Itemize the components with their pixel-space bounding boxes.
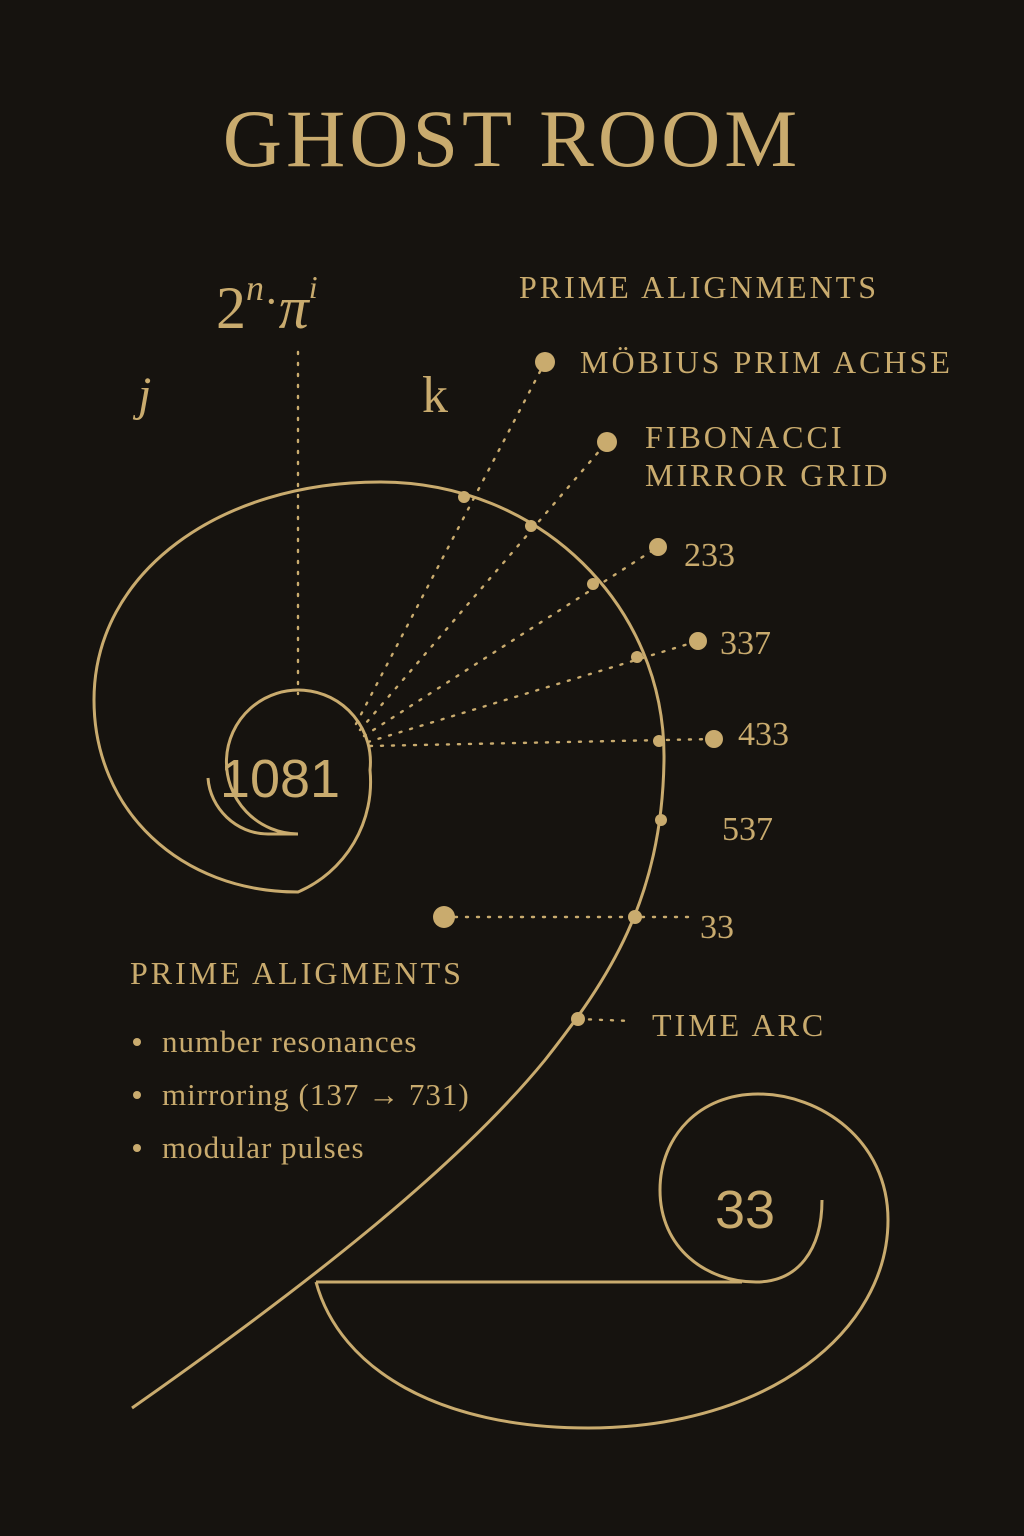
ray-mobius [354, 360, 547, 726]
poster: GHOST ROOM 2n·πi j k PRIME ALIGNMENTS 10… [0, 0, 1024, 1536]
intersection-dot [571, 1012, 585, 1026]
intersection-dot [525, 520, 537, 532]
label-fibonacci-line1: FIBONACCI [645, 419, 844, 455]
label-fibonacci-line2: MIRROR GRID [645, 457, 890, 493]
bullet-dot [133, 1091, 141, 1099]
intersection-dot [631, 651, 643, 663]
inner-value: 33 [715, 1180, 775, 1240]
label-337: 337 [720, 625, 771, 662]
formula-dot: · [264, 277, 279, 326]
list-item: mirroring (137 → 731) [162, 1077, 470, 1112]
intersection-dot [587, 578, 599, 590]
left-section-heading: PRIME ALIGMENTS [130, 955, 464, 991]
label-mobius: MÖBIUS PRIM ACHSE [580, 344, 953, 380]
label-time-arc: TIME ARC [652, 1007, 826, 1043]
list-item: modular pulses [162, 1130, 365, 1165]
formula-exponent-i: i [309, 269, 318, 305]
intersection-dot [653, 735, 665, 747]
list-item: number resonances [162, 1024, 417, 1059]
intersection-dot [655, 814, 667, 826]
endpoint-dot-233 [649, 538, 667, 556]
endpoint-dot-33 [433, 906, 455, 928]
ray-fibonacci [358, 440, 609, 732]
bullet-dot [133, 1038, 141, 1046]
axis-label-j: j [132, 368, 151, 421]
bullet-dot [133, 1144, 141, 1152]
ghost-room-diagram: GHOST ROOM 2n·πi j k PRIME ALIGNMENTS 10… [92, 93, 953, 1430]
axis-label-k: k [422, 367, 448, 424]
ray-233 [362, 545, 660, 738]
endpoint-dot-fibonacci [597, 432, 617, 452]
label-537: 537 [722, 811, 773, 848]
endpoint-dot-337 [689, 632, 707, 650]
formula-exponent-n: n [246, 268, 264, 308]
formula: 2n·πi [216, 268, 318, 341]
right-section-heading: PRIME ALIGNMENTS [519, 269, 879, 305]
lower-swirl [314, 1092, 890, 1430]
formula-base: 2 [216, 275, 246, 341]
endpoint-dot-433 [705, 730, 723, 748]
ray-time-arc [576, 1017, 634, 1023]
page-title: GHOST ROOM [223, 93, 801, 184]
label-33: 33 [700, 909, 734, 946]
center-value: 1081 [220, 749, 340, 809]
label-433: 433 [738, 716, 789, 753]
intersection-dot [458, 491, 470, 503]
intersection-dot [628, 910, 642, 924]
golden-spiral [92, 480, 666, 1410]
endpoint-dot-mobius [535, 352, 555, 372]
formula-pi: π [279, 275, 311, 341]
label-233: 233 [684, 537, 735, 574]
ray-337 [366, 639, 700, 744]
